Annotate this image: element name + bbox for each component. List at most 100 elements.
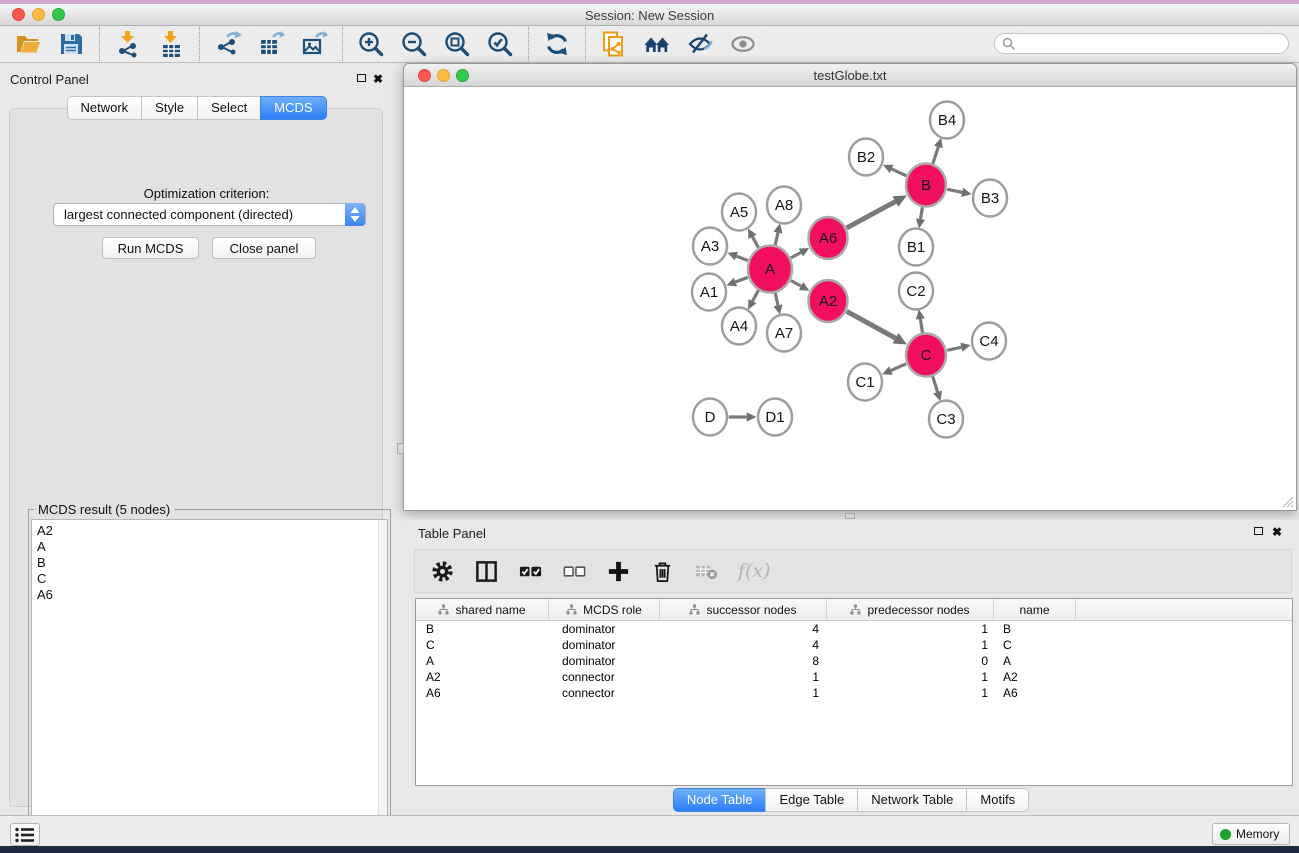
- import-table-icon[interactable]: [157, 30, 185, 58]
- graph-node-D[interactable]: D: [693, 399, 727, 436]
- float-table-panel-icon[interactable]: [1254, 527, 1263, 535]
- graph-edge-C-C1[interactable]: [891, 364, 906, 371]
- graph-node-A3[interactable]: A3: [693, 228, 727, 265]
- graph-node-B4[interactable]: B4: [930, 102, 964, 139]
- zoom-in-icon[interactable]: [357, 30, 385, 58]
- table-row[interactable]: A2connector11A2: [416, 669, 1292, 685]
- graph-edge-B-B3[interactable]: [947, 189, 962, 192]
- zoom-fit-icon[interactable]: [443, 30, 471, 58]
- home-icon[interactable]: [643, 30, 671, 58]
- graph-node-D1[interactable]: D1: [758, 399, 792, 436]
- mcds-result-item[interactable]: B: [33, 555, 375, 571]
- graph-edge-C-C3[interactable]: [932, 376, 937, 392]
- float-panel-icon[interactable]: [357, 74, 366, 82]
- split-columns-icon[interactable]: [474, 559, 499, 584]
- function-builder-icon[interactable]: f(x): [738, 560, 771, 582]
- tab-network[interactable]: Network: [66, 96, 142, 120]
- graph-edge-A-A2[interactable]: [791, 280, 801, 286]
- table-row[interactable]: A6connector11A6: [416, 685, 1292, 701]
- criterion-select[interactable]: largest connected component (directed): [53, 203, 366, 226]
- column-header-name[interactable]: name: [994, 599, 1076, 620]
- graph-edge-A-A6[interactable]: [791, 252, 801, 257]
- column-header-shared-name[interactable]: shared name: [416, 599, 549, 620]
- graph-node-B[interactable]: B: [906, 164, 946, 207]
- mcds-result-item[interactable]: A6: [33, 587, 375, 603]
- tab-mcds[interactable]: MCDS: [260, 96, 326, 120]
- search-input[interactable]: [1019, 35, 1279, 52]
- graph-node-A1[interactable]: A1: [692, 274, 726, 311]
- memory-button[interactable]: Memory: [1212, 823, 1290, 845]
- select-stepper-icon[interactable]: [345, 203, 365, 226]
- graph-edge-A-A5[interactable]: [752, 237, 758, 248]
- export-table-icon[interactable]: [257, 30, 285, 58]
- tab-edge-table[interactable]: Edge Table: [765, 788, 858, 812]
- export-network-icon[interactable]: [214, 30, 242, 58]
- graph-edge-C-C2[interactable]: [920, 319, 922, 334]
- split-divider-handle-vertical[interactable]: [397, 443, 404, 454]
- run-mcds-button[interactable]: Run MCDS: [102, 237, 199, 259]
- scrollbar-track[interactable]: [378, 520, 387, 839]
- graph-edge-B-B1[interactable]: [920, 206, 922, 219]
- tab-motifs[interactable]: Motifs: [966, 788, 1029, 812]
- deselect-all-icon[interactable]: [562, 559, 587, 584]
- zoom-out-icon[interactable]: [400, 30, 428, 58]
- gear-icon[interactable]: [430, 559, 455, 584]
- import-network-icon[interactable]: [114, 30, 142, 58]
- resize-grip-icon[interactable]: [1281, 495, 1294, 508]
- graph-node-C1[interactable]: C1: [848, 364, 882, 401]
- tab-style[interactable]: Style: [141, 96, 198, 120]
- column-header-successor-nodes[interactable]: successor nodes: [660, 599, 827, 620]
- graph-node-C4[interactable]: C4: [972, 323, 1006, 360]
- graph-node-A2[interactable]: A2: [809, 280, 848, 322]
- graph-node-C[interactable]: C: [906, 334, 946, 377]
- table-row[interactable]: Cdominator41C: [416, 637, 1292, 653]
- graph-edge-B-B2[interactable]: [892, 169, 907, 176]
- graph-node-C3[interactable]: C3: [929, 401, 963, 438]
- refresh-layout-icon[interactable]: [543, 30, 571, 58]
- task-history-button[interactable]: [10, 823, 40, 846]
- graph-node-A6[interactable]: A6: [809, 217, 848, 259]
- network-graph-canvas[interactable]: B4 B2 B B3 A8 A5 A6 A3 B1 A A1 C2 A2 A4 A7 C4 C C1 D D1 C3: [404, 88, 1296, 510]
- open-session-icon[interactable]: [14, 30, 42, 58]
- mcds-result-item[interactable]: A: [33, 539, 375, 555]
- network-from-file-icon[interactable]: [600, 30, 628, 58]
- graph-edge-A-A8[interactable]: [775, 233, 778, 246]
- column-header-predecessor-nodes[interactable]: predecessor nodes: [827, 599, 994, 620]
- graph-node-C2[interactable]: C2: [899, 273, 933, 310]
- table-row[interactable]: Bdominator41B: [416, 621, 1292, 637]
- close-table-panel-icon[interactable]: ✖: [1272, 527, 1282, 537]
- delete-table-icon[interactable]: [694, 559, 719, 584]
- save-session-icon[interactable]: [57, 30, 85, 58]
- zoom-selected-icon[interactable]: [486, 30, 514, 58]
- graph-node-A5[interactable]: A5: [722, 194, 756, 231]
- delete-column-icon[interactable]: [650, 559, 675, 584]
- mcds-result-item[interactable]: A2: [33, 523, 375, 539]
- graph-edge-A2-C[interactable]: [847, 311, 896, 338]
- graph-edge-A-A7[interactable]: [775, 292, 778, 305]
- graph-node-B3[interactable]: B3: [973, 180, 1007, 217]
- mcds-result-list[interactable]: A2ABCA6: [31, 519, 388, 840]
- graph-edge-A6-B[interactable]: [847, 202, 896, 228]
- tab-select[interactable]: Select: [197, 96, 261, 120]
- tab-network-table[interactable]: Network Table: [857, 788, 967, 812]
- graph-node-A8[interactable]: A8: [767, 187, 801, 224]
- add-column-icon[interactable]: [606, 559, 631, 584]
- close-panel-icon[interactable]: ✖: [373, 74, 383, 84]
- mcds-result-item[interactable]: C: [33, 571, 375, 587]
- graph-node-A[interactable]: A: [748, 246, 792, 293]
- close-panel-button[interactable]: Close panel: [212, 237, 316, 259]
- graph-node-B2[interactable]: B2: [849, 139, 883, 176]
- graph-edge-C-C4[interactable]: [947, 347, 961, 350]
- graph-edge-A-A4[interactable]: [752, 290, 758, 301]
- export-image-icon[interactable]: [300, 30, 328, 58]
- graph-edge-A-A1[interactable]: [735, 277, 747, 282]
- tab-node-table[interactable]: Node Table: [673, 788, 767, 812]
- column-header-MCDS-role[interactable]: MCDS role: [549, 599, 660, 620]
- network-window-titlebar[interactable]: testGlobe.txt: [404, 64, 1296, 87]
- graph-node-B1[interactable]: B1: [899, 229, 933, 266]
- graph-edge-B-B4[interactable]: [933, 147, 939, 164]
- graph-node-A7[interactable]: A7: [767, 315, 801, 352]
- graph-node-A4[interactable]: A4: [722, 308, 756, 345]
- split-divider-handle-horizontal[interactable]: [845, 513, 855, 519]
- show-eye-icon[interactable]: [729, 30, 757, 58]
